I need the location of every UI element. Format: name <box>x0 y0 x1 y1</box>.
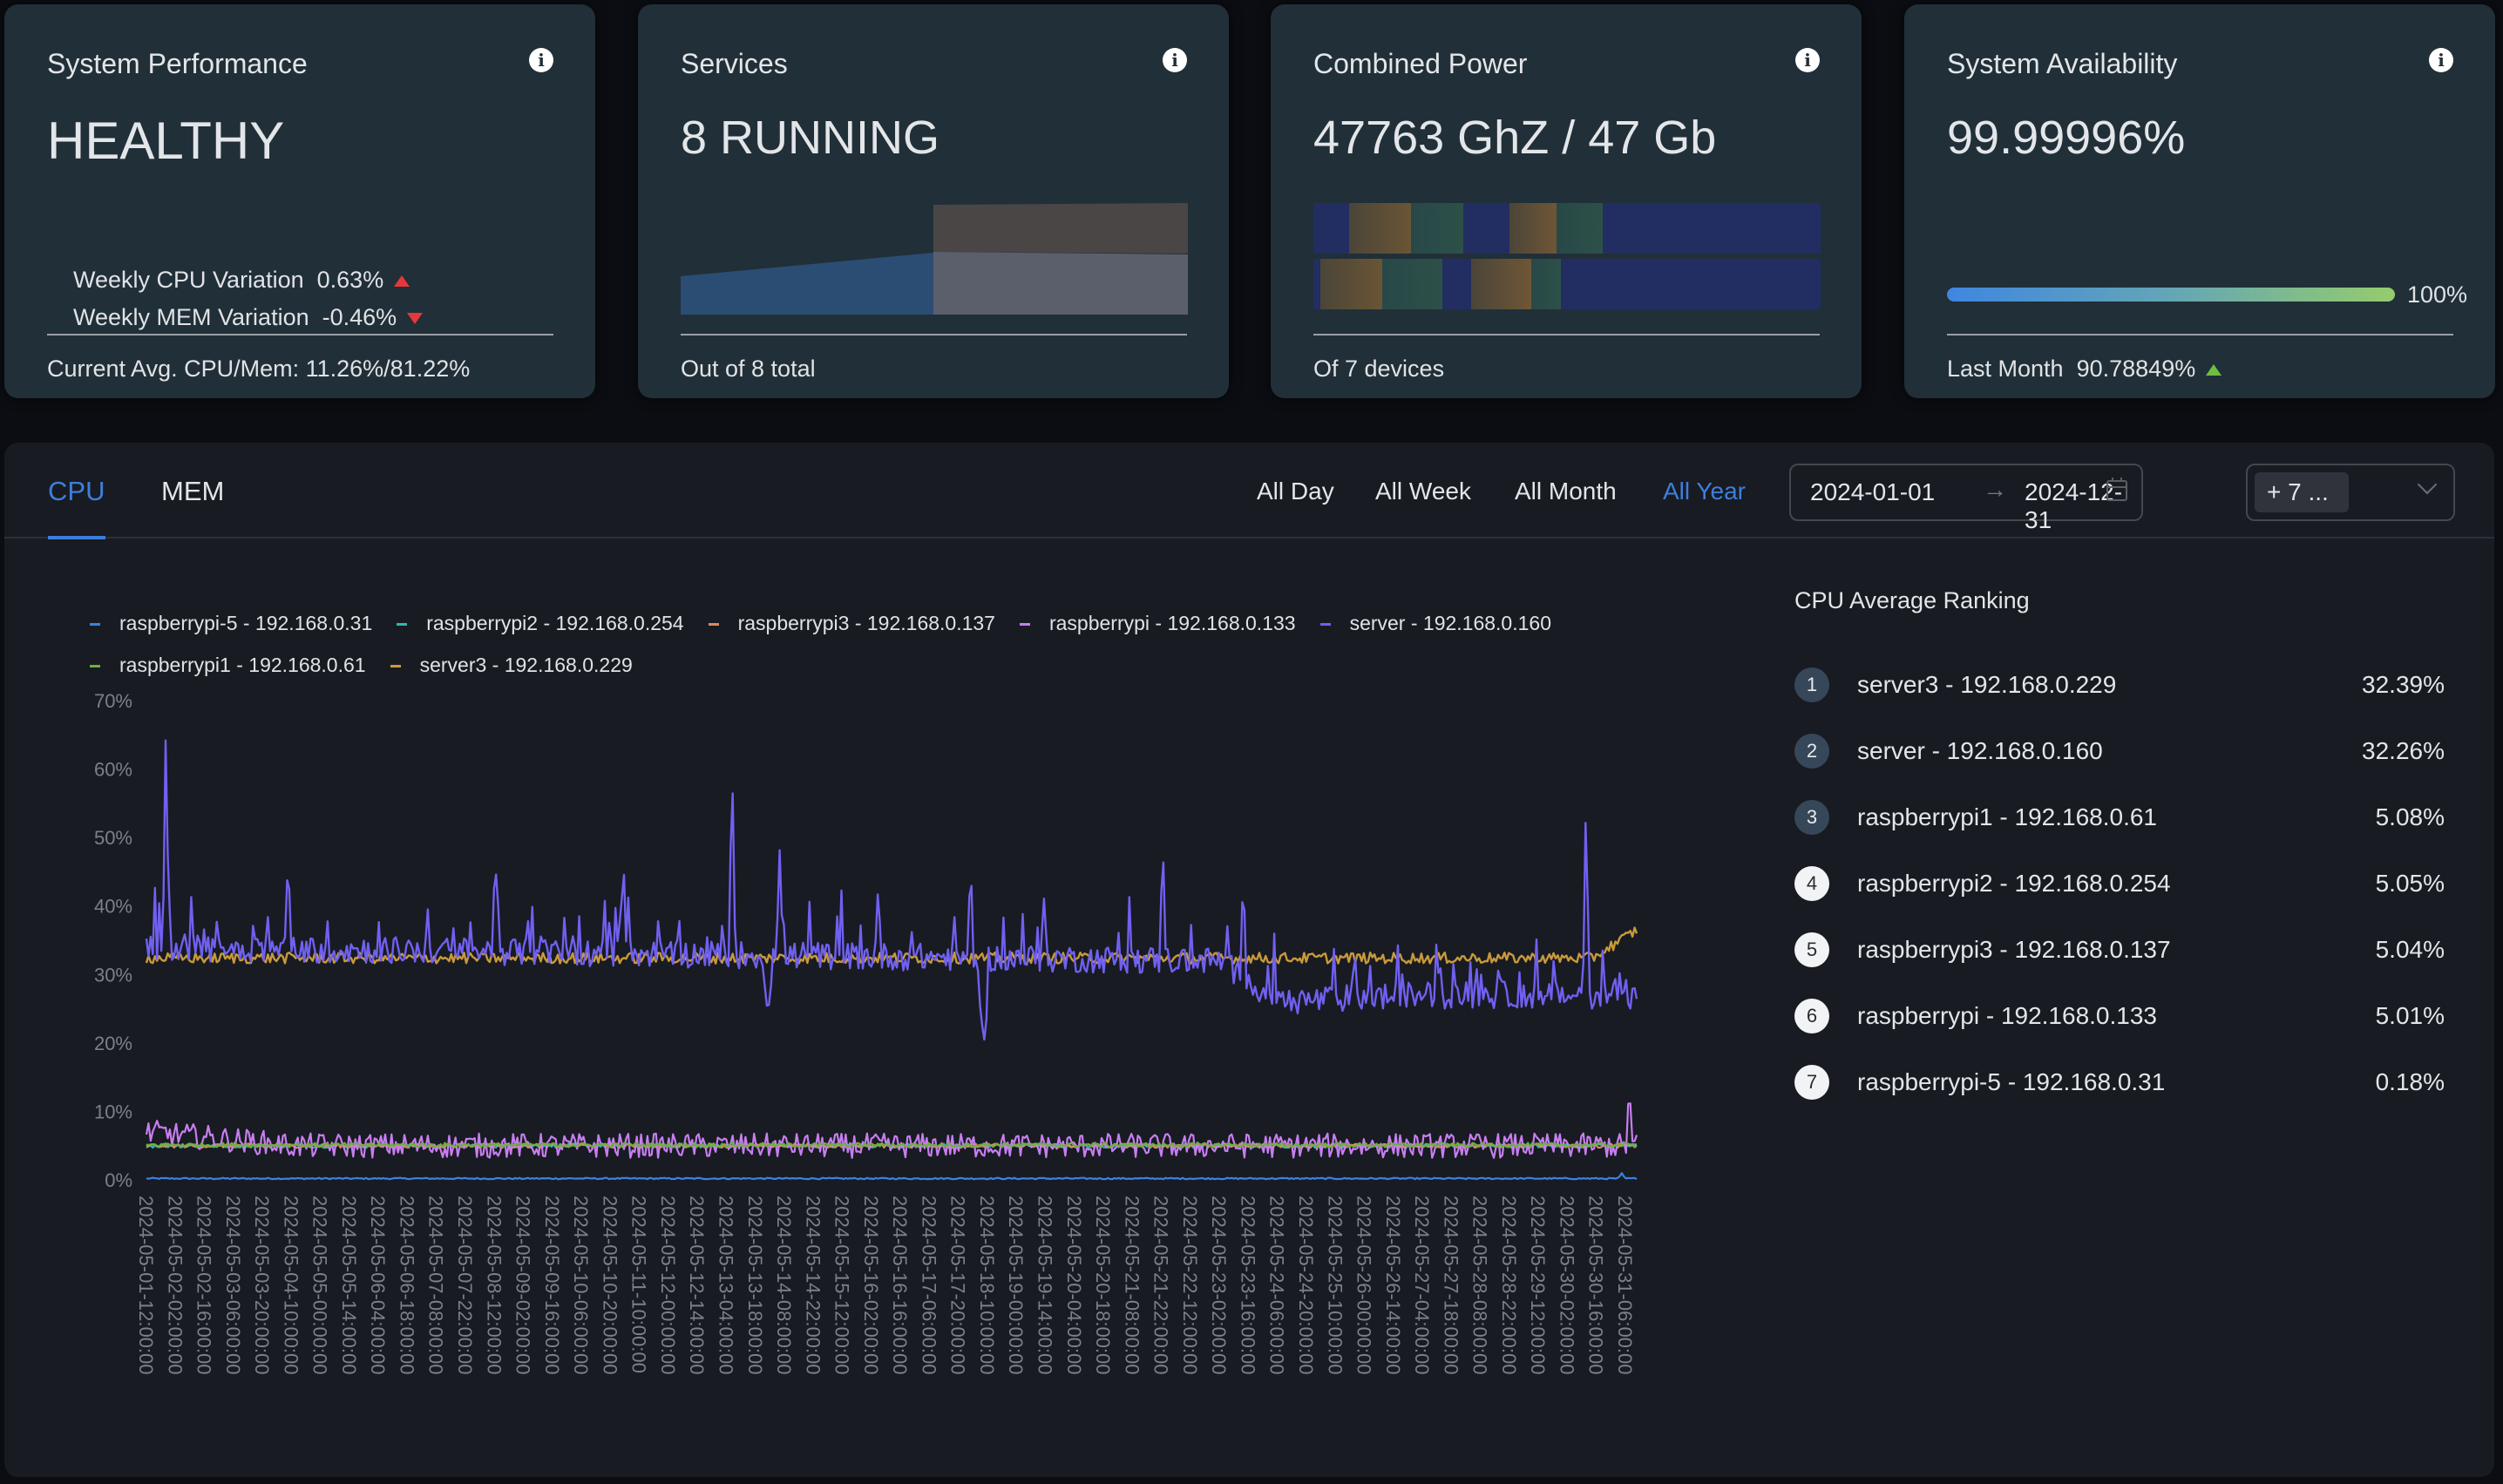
x-tick-label: 2024-05-15-12:00:00 <box>831 1196 853 1375</box>
x-tick-label: 2024-05-24-20:00:00 <box>1295 1196 1317 1375</box>
x-tick-label: 2024-05-04-10:00:00 <box>280 1196 302 1375</box>
series-line-server[interactable] <box>145 739 1638 1041</box>
x-tick-label: 2024-05-09-02:00:00 <box>512 1196 534 1375</box>
x-tick-label: 2024-05-26-14:00:00 <box>1382 1196 1404 1375</box>
x-tick-label: 2024-05-03-20:00:00 <box>251 1196 273 1375</box>
x-tick-label: 2024-05-13-18:00:00 <box>744 1196 766 1375</box>
x-tick-label: 2024-05-31-06:00:00 <box>1614 1196 1636 1375</box>
y-tick-label: 50% <box>94 827 132 849</box>
x-tick-label: 2024-05-10-06:00:00 <box>570 1196 592 1375</box>
x-tick-label: 2024-05-08-12:00:00 <box>483 1196 505 1375</box>
x-tick-label: 2024-05-14-08:00:00 <box>773 1196 795 1375</box>
x-tick-label: 2024-05-19-00:00:00 <box>1005 1196 1027 1375</box>
y-tick-label: 40% <box>94 896 132 918</box>
x-tick-label: 2024-05-24-06:00:00 <box>1266 1196 1288 1375</box>
x-tick-label: 2024-05-19-14:00:00 <box>1034 1196 1056 1375</box>
x-tick-label: 2024-05-29-12:00:00 <box>1527 1196 1549 1375</box>
x-tick-label: 2024-05-06-04:00:00 <box>367 1196 389 1375</box>
y-tick-label: 60% <box>94 759 132 781</box>
cpu-line-chart: 0% 10% 20% 30% 40% 50% 60% 70% 2024-05-01-12:00:… <box>94 690 1638 1375</box>
x-tick-label: 2024-05-28-22:00:00 <box>1498 1196 1520 1375</box>
x-tick-label: 2024-05-28-08:00:00 <box>1469 1196 1491 1375</box>
x-tick-label: 2024-05-12-00:00:00 <box>657 1196 679 1375</box>
x-tick-label: 2024-05-10-20:00:00 <box>599 1196 621 1375</box>
x-tick-label: 2024-05-18-10:00:00 <box>976 1196 998 1375</box>
x-tick-label: 2024-05-20-18:00:00 <box>1092 1196 1114 1375</box>
x-tick-label: 2024-05-02-16:00:00 <box>193 1196 215 1375</box>
x-tick-label: 2024-05-07-08:00:00 <box>425 1196 447 1375</box>
y-tick-label: 20% <box>94 1033 132 1054</box>
x-tick-label: 2024-05-23-02:00:00 <box>1208 1196 1230 1375</box>
x-tick-label: 2024-05-01-12:00:00 <box>135 1196 157 1375</box>
x-tick-label: 2024-05-26-00:00:00 <box>1353 1196 1375 1375</box>
x-tick-label: 2024-05-16-16:00:00 <box>889 1196 911 1375</box>
x-tick-label: 2024-05-12-14:00:00 <box>686 1196 708 1375</box>
x-tick-label: 2024-05-03-06:00:00 <box>222 1196 244 1375</box>
x-tick-label: 2024-05-27-04:00:00 <box>1411 1196 1433 1375</box>
x-tick-label: 2024-05-11-10:00:00 <box>628 1196 650 1373</box>
x-tick-label: 2024-05-20-04:00:00 <box>1063 1196 1085 1375</box>
y-tick-label: 10% <box>94 1101 132 1122</box>
x-tick-label: 2024-05-23-16:00:00 <box>1237 1196 1258 1375</box>
x-tick-label: 2024-05-07-22:00:00 <box>454 1196 476 1375</box>
x-tick-label: 2024-05-06-18:00:00 <box>396 1196 417 1375</box>
x-tick-label: 2024-05-30-16:00:00 <box>1585 1196 1607 1375</box>
x-tick-label: 2024-05-27-18:00:00 <box>1440 1196 1462 1375</box>
x-tick-label: 2024-05-13-04:00:00 <box>715 1196 736 1375</box>
x-tick-label: 2024-05-30-02:00:00 <box>1556 1196 1577 1375</box>
x-tick-label: 2024-05-14-22:00:00 <box>802 1196 824 1375</box>
x-tick-label: 2024-05-25-10:00:00 <box>1324 1196 1346 1375</box>
x-tick-label: 2024-05-16-02:00:00 <box>860 1196 882 1375</box>
x-tick-label: 2024-05-17-20:00:00 <box>947 1196 969 1375</box>
x-tick-label: 2024-05-17-06:00:00 <box>918 1196 939 1375</box>
y-tick-label: 30% <box>94 964 132 986</box>
x-tick-label: 2024-05-09-16:00:00 <box>541 1196 563 1375</box>
x-tick-label: 2024-05-21-08:00:00 <box>1121 1196 1143 1375</box>
x-tick-label: 2024-05-05-00:00:00 <box>309 1196 331 1375</box>
series-line-raspberrypi-5[interactable] <box>146 1172 1638 1181</box>
series-line-raspberrypi[interactable] <box>145 1102 1638 1159</box>
x-tick-label: 2024-05-02-02:00:00 <box>164 1196 186 1375</box>
y-tick-label: 70% <box>94 690 132 712</box>
x-tick-label: 2024-05-22-12:00:00 <box>1179 1196 1201 1375</box>
x-tick-label: 2024-05-05-14:00:00 <box>338 1196 360 1375</box>
y-tick-label: 0% <box>105 1169 132 1191</box>
x-tick-label: 2024-05-21-22:00:00 <box>1150 1196 1172 1375</box>
